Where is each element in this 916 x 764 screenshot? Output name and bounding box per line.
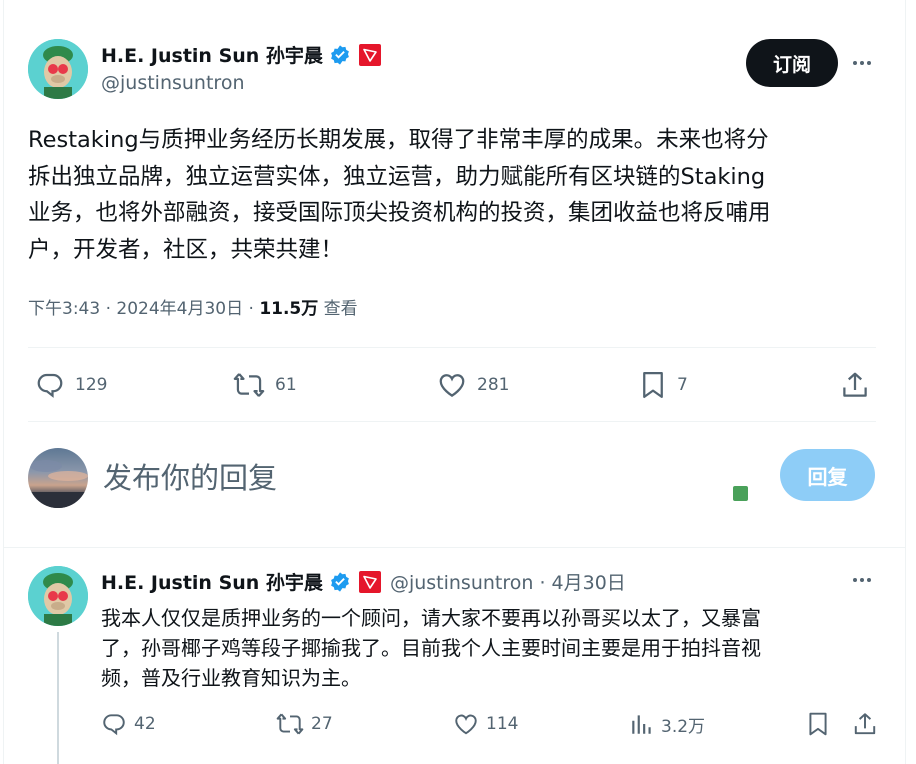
tron-logo-icon[interactable] bbox=[358, 570, 381, 593]
reply-retweet-count: 27 bbox=[311, 714, 333, 734]
follow-button[interactable]: 订阅 bbox=[746, 39, 838, 87]
view-count[interactable]: 11.5万 bbox=[259, 299, 318, 319]
verified-badge-icon[interactable] bbox=[329, 571, 351, 593]
reply-icon bbox=[37, 373, 63, 398]
reply-text: 我本人仅仅是质押业务的一个顾问，请大家不要再以孙哥买以太了，又暴富 了，孙哥椰子… bbox=[101, 606, 761, 690]
tweet-text: Restaking与质押业务经历长期发展，取得了非常丰厚的成果。未来也将分 拆出… bbox=[28, 127, 771, 263]
reply-reply-count: 42 bbox=[134, 714, 156, 734]
bookmark-action[interactable]: 7 bbox=[639, 370, 688, 400]
reply-views-count: 3.2万 bbox=[661, 716, 706, 737]
thread-line bbox=[57, 632, 59, 764]
author-name-row: H.E. Justin Sun 孙宇晨 bbox=[101, 41, 381, 68]
reply-reply-action[interactable]: 42 bbox=[101, 711, 156, 737]
reply-author-name[interactable]: H.E. Justin Sun 孙宇晨 bbox=[101, 568, 323, 595]
verified-badge-icon[interactable] bbox=[329, 44, 351, 66]
reply-icon bbox=[103, 714, 125, 736]
ape-avatar-image bbox=[28, 39, 88, 99]
current-user-avatar[interactable] bbox=[28, 448, 88, 508]
tron-logo-icon[interactable] bbox=[358, 43, 381, 66]
author-handle[interactable]: @justinsuntron bbox=[101, 72, 244, 94]
bookmark-icon bbox=[643, 372, 663, 398]
analytics-icon bbox=[632, 715, 651, 734]
author-avatar[interactable] bbox=[28, 39, 88, 99]
retweet-action[interactable]: 61 bbox=[233, 370, 297, 400]
reply-bookmark-action[interactable] bbox=[806, 711, 830, 737]
tweet-detail-page: H.E. Justin Sun 孙宇晨 @justinsuntron 订阅 Re… bbox=[0, 0, 916, 764]
reply-more-options-icon[interactable] bbox=[853, 578, 871, 582]
like-action[interactable]: 281 bbox=[437, 370, 509, 400]
right-border bbox=[905, 0, 906, 764]
share-icon bbox=[843, 372, 867, 397]
retweet-count: 61 bbox=[275, 375, 297, 395]
reply-action[interactable]: 129 bbox=[35, 370, 107, 400]
divider-top bbox=[28, 347, 876, 348]
share-action[interactable] bbox=[840, 370, 870, 400]
heart-icon bbox=[455, 714, 477, 735]
like-count: 281 bbox=[477, 375, 510, 395]
more-options-icon[interactable] bbox=[853, 61, 871, 65]
status-indicator bbox=[733, 486, 748, 501]
retweet-icon bbox=[276, 713, 304, 735]
author-name[interactable]: H.E. Justin Sun 孙宇晨 bbox=[101, 41, 323, 68]
reply-like-count: 114 bbox=[486, 714, 519, 734]
retweet-icon bbox=[233, 373, 265, 397]
reply-author-avatar[interactable] bbox=[28, 566, 88, 626]
left-border bbox=[3, 0, 4, 764]
ape-avatar-image bbox=[28, 566, 88, 626]
reply-input[interactable]: 发布你的回复 bbox=[103, 455, 277, 497]
bookmark-count: 7 bbox=[677, 375, 688, 395]
tweet-timestamp[interactable]: 下午3:43 · 2024年4月30日 · bbox=[28, 299, 259, 319]
sunset-avatar-image bbox=[28, 460, 88, 508]
reply-handle-date[interactable]: @justinsuntron · 4月30日 bbox=[390, 568, 626, 595]
views-label: 查看 bbox=[318, 299, 358, 319]
divider-bottom bbox=[28, 421, 876, 422]
reply-retweet-action[interactable]: 27 bbox=[276, 711, 333, 737]
reply-name-row: H.E. Justin Sun 孙宇晨 @justinsuntron · 4月3… bbox=[101, 568, 626, 595]
divider-composer bbox=[4, 547, 906, 548]
tweet-meta: 下午3:43 · 2024年4月30日 · 11.5万 查看 bbox=[28, 294, 358, 319]
reply-views-action[interactable]: 3.2万 bbox=[630, 711, 705, 737]
share-icon bbox=[854, 713, 876, 735]
heart-icon bbox=[439, 374, 465, 397]
bookmark-icon bbox=[809, 712, 827, 736]
reply-share-action[interactable] bbox=[852, 711, 878, 737]
reply-count: 129 bbox=[75, 375, 108, 395]
reply-like-action[interactable]: 114 bbox=[453, 711, 518, 737]
reply-button[interactable]: 回复 bbox=[780, 449, 875, 501]
